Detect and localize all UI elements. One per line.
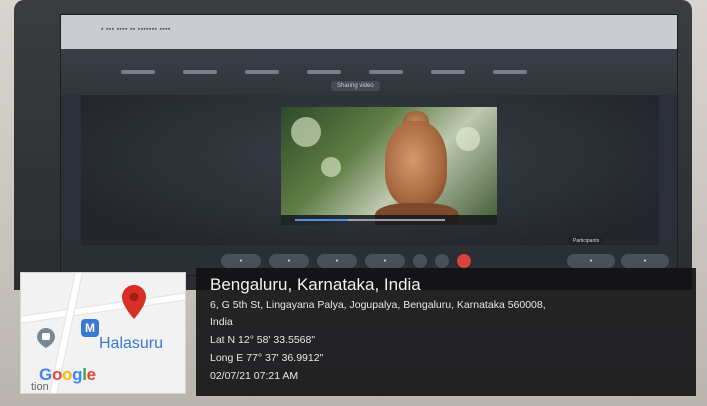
bokeh-light xyxy=(291,117,321,147)
more-button[interactable] xyxy=(435,254,449,268)
participants-label: Participants xyxy=(569,237,604,245)
nav-item[interactable] xyxy=(245,70,279,74)
meeting-stage xyxy=(81,95,659,245)
app-title-blur: ▪ ▪▪▪ ▪▪▪▪ ▪▪ ▪▪▪▪▪▪▪ ▪▪▪▪ xyxy=(101,26,171,33)
record-button[interactable]: ● xyxy=(365,254,405,268)
share-label: Sharing video xyxy=(331,81,380,91)
location-title: Bengaluru, Karnataka, India xyxy=(210,275,421,294)
nav-item[interactable] xyxy=(121,70,155,74)
latitude-text: Lat N 12° 58' 33.5568" xyxy=(210,334,316,346)
nav-item[interactable] xyxy=(183,70,217,74)
video-progress-fill xyxy=(295,219,348,221)
camera-button[interactable]: ● xyxy=(269,254,309,268)
reaction-button[interactable] xyxy=(413,254,427,268)
datetime-text: 02/07/21 07:21 AM xyxy=(210,370,299,382)
address-line: 6, G 5th St, Lingayana Palya, Jogupalya,… xyxy=(210,299,546,311)
logo-letter: o xyxy=(51,365,63,384)
map-partial-label: tion xyxy=(31,381,49,393)
side-panel-buttons: ● ● xyxy=(567,254,669,268)
participants-button[interactable]: ● xyxy=(567,254,615,268)
laptop-frame: ▪ ▪▪▪ ▪▪▪▪ ▪▪ ▪▪▪▪▪▪▪ ▪▪▪▪ Sharing video xyxy=(14,0,692,290)
metro-badge-icon: M xyxy=(81,319,99,337)
gps-info-panel: Bengaluru, Karnataka, India 6, G 5th St,… xyxy=(196,268,696,396)
logo-letter: e xyxy=(86,365,96,384)
longitude-text: Long E 77° 37' 36.9912" xyxy=(210,352,324,364)
location-pin-icon xyxy=(122,285,146,319)
nav-item[interactable] xyxy=(431,70,465,74)
logo-letter: o xyxy=(62,365,73,384)
shared-video[interactable] xyxy=(281,107,497,225)
share-button[interactable]: ● xyxy=(317,254,357,268)
bokeh-light xyxy=(321,157,341,177)
logo-letter: g xyxy=(72,365,83,384)
mic-button[interactable]: ● xyxy=(221,254,261,268)
bokeh-light xyxy=(456,127,480,151)
transit-station-icon xyxy=(37,328,55,348)
end-call-button[interactable] xyxy=(457,254,471,268)
map-thumbnail: M Halasuru Google tion xyxy=(20,272,186,394)
nav-item[interactable] xyxy=(493,70,527,74)
chat-button[interactable]: ● xyxy=(621,254,669,268)
nav-item[interactable] xyxy=(307,70,341,74)
buddha-statue-head xyxy=(385,121,447,207)
laptop-screen: ▪ ▪▪▪ ▪▪▪▪ ▪▪ ▪▪▪▪▪▪▪ ▪▪▪▪ Sharing video xyxy=(60,14,678,276)
address-country: India xyxy=(210,316,233,328)
map-road xyxy=(21,289,185,325)
map-place-label: Halasuru xyxy=(99,335,164,352)
nav-item[interactable] xyxy=(369,70,403,74)
meeting-app-topbar: ▪ ▪▪▪ ▪▪▪▪ ▪▪ ▪▪▪▪▪▪▪ ▪▪▪▪ xyxy=(61,15,677,49)
video-progress-bar[interactable] xyxy=(295,219,445,221)
video-controls xyxy=(281,215,497,225)
